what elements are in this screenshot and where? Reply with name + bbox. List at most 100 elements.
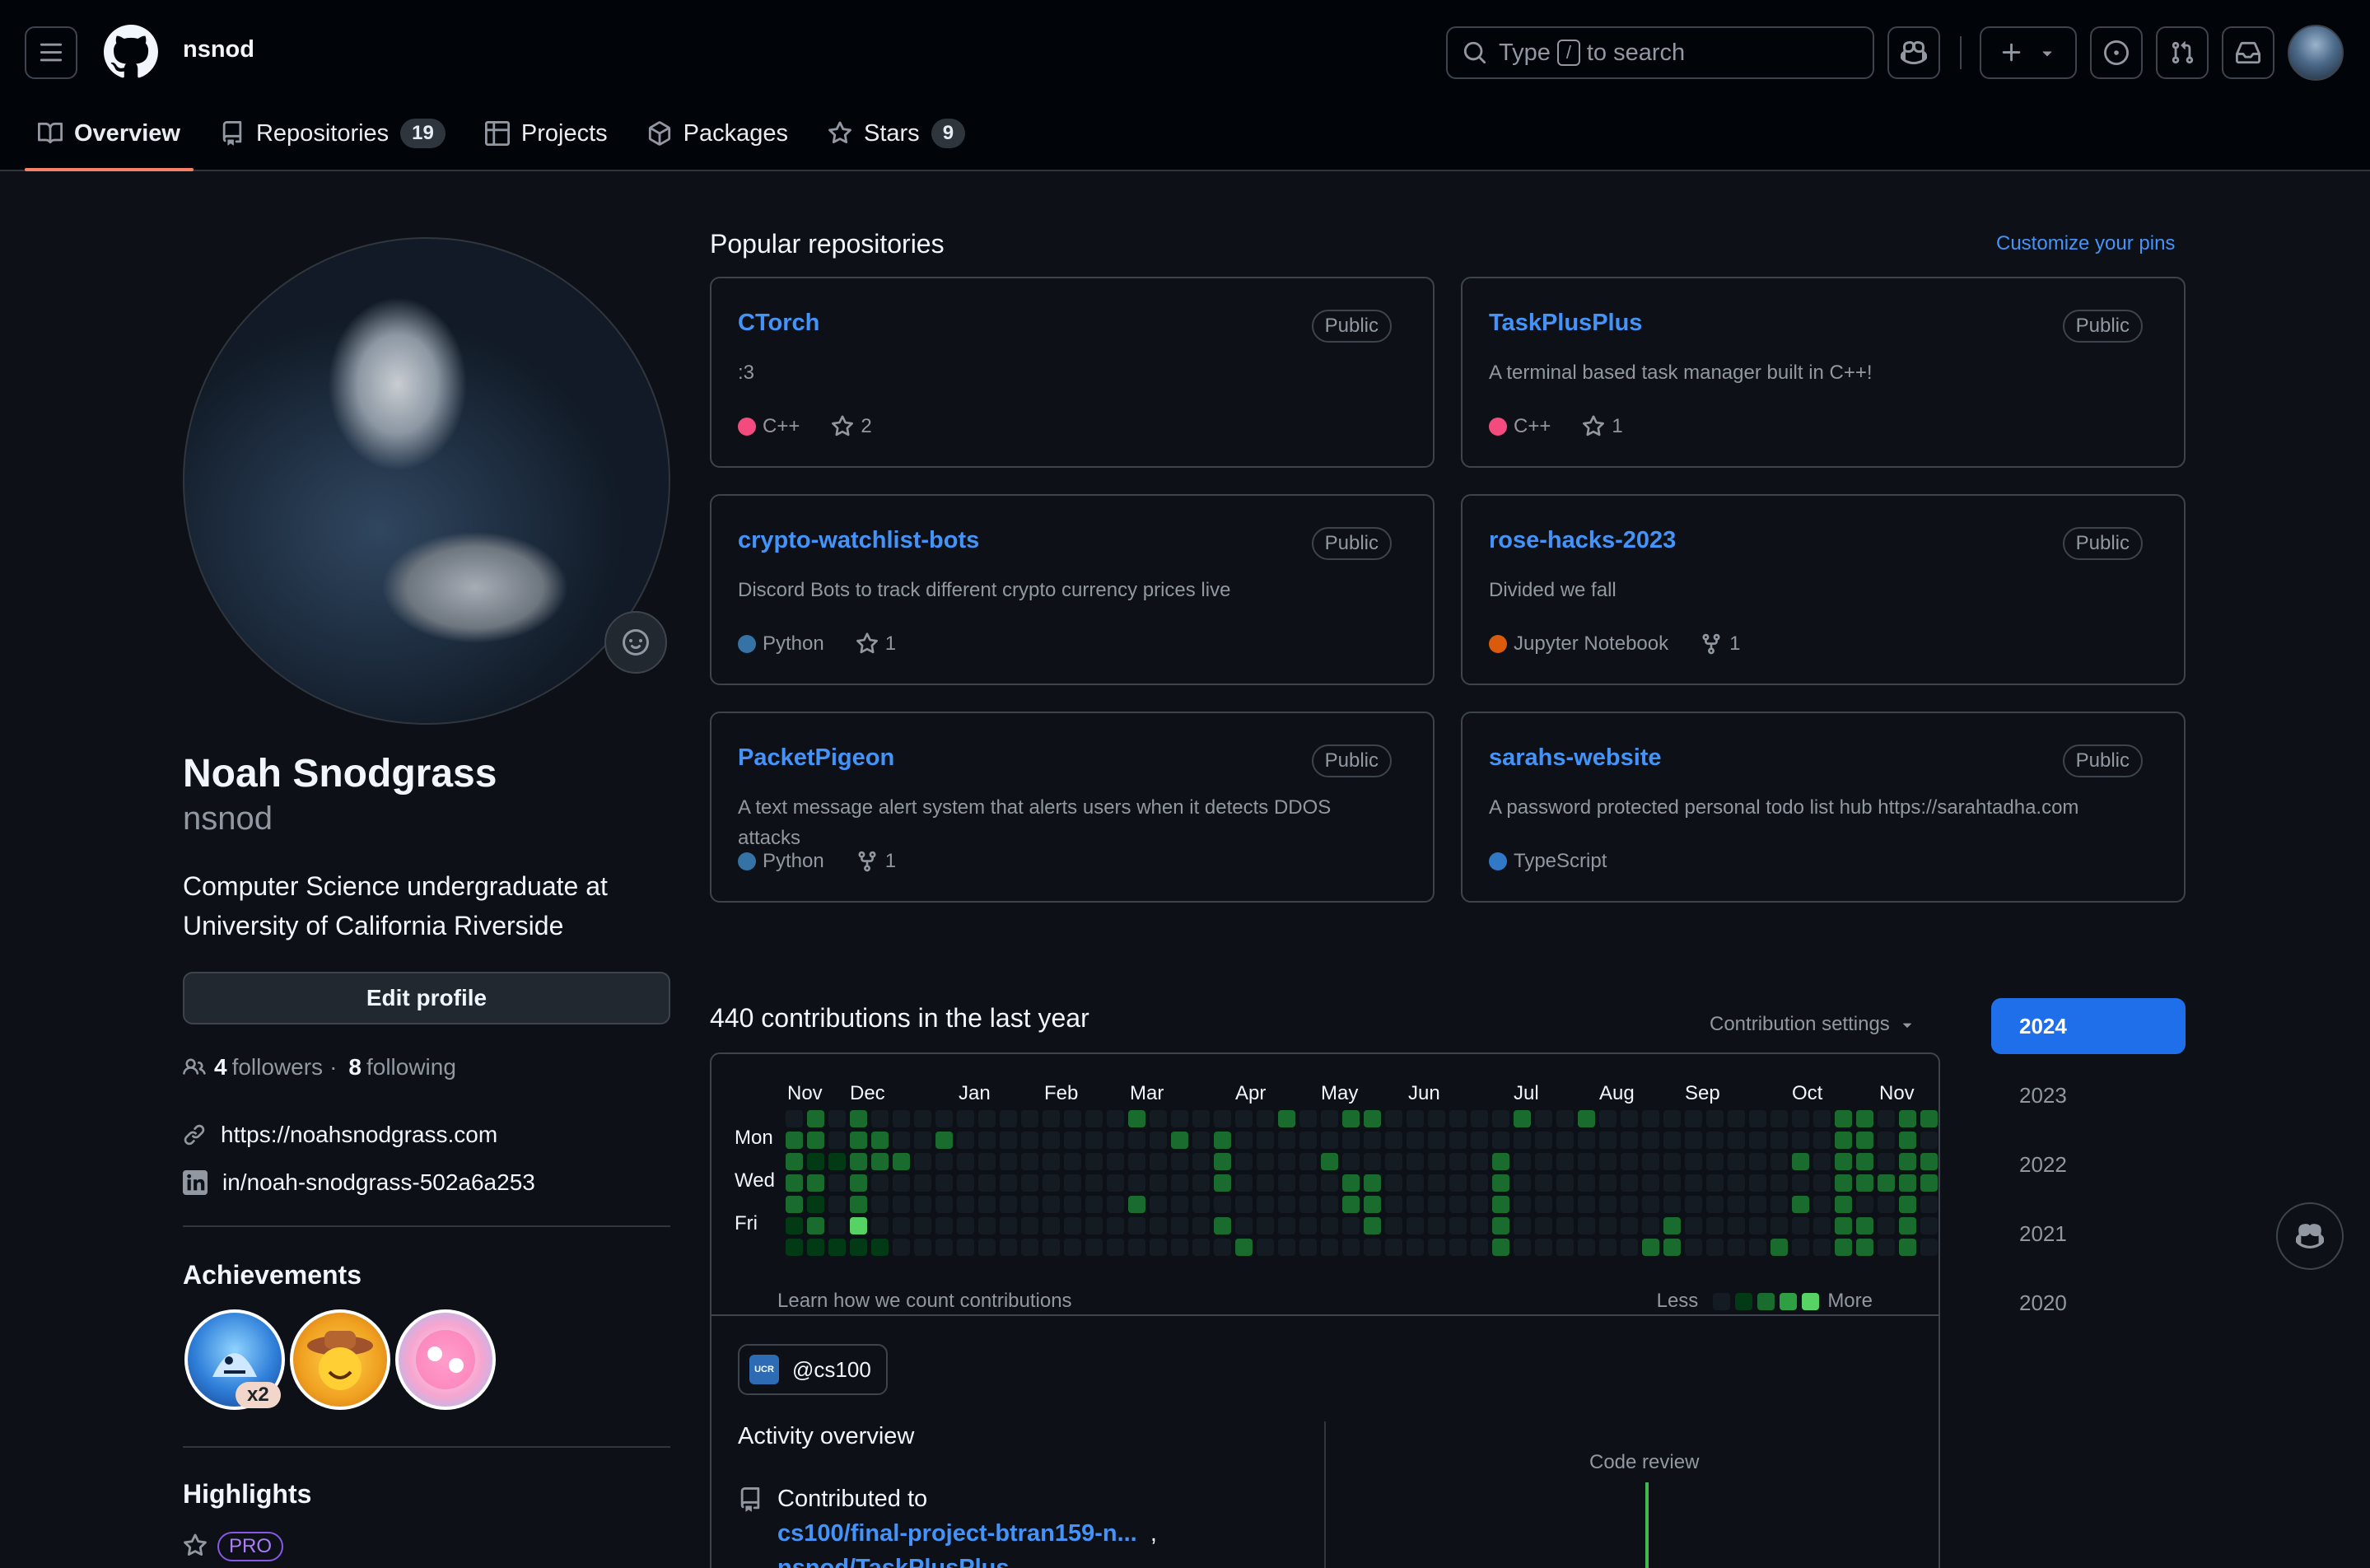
contribution-day[interactable] bbox=[1321, 1174, 1338, 1192]
contribution-day[interactable] bbox=[957, 1153, 974, 1170]
contribution-day[interactable] bbox=[1085, 1174, 1103, 1192]
contribution-day[interactable] bbox=[1278, 1153, 1295, 1170]
contribution-day[interactable] bbox=[1150, 1217, 1167, 1234]
contribution-day[interactable] bbox=[1514, 1153, 1531, 1170]
contribution-day[interactable] bbox=[1771, 1153, 1788, 1170]
contribution-day[interactable] bbox=[1728, 1217, 1745, 1234]
contribution-day[interactable] bbox=[1492, 1174, 1509, 1192]
contribution-day[interactable] bbox=[1021, 1153, 1038, 1170]
contribution-day[interactable] bbox=[1257, 1239, 1274, 1256]
contribution-day[interactable] bbox=[1342, 1110, 1360, 1127]
contribution-day[interactable] bbox=[1920, 1174, 1938, 1192]
contribution-day[interactable] bbox=[1171, 1239, 1188, 1256]
contribution-day[interactable] bbox=[1000, 1132, 1017, 1149]
contribution-day[interactable] bbox=[807, 1153, 824, 1170]
contribution-day[interactable] bbox=[1342, 1132, 1360, 1149]
contribution-day[interactable] bbox=[1278, 1239, 1295, 1256]
contribution-day[interactable] bbox=[1150, 1153, 1167, 1170]
contribution-day[interactable] bbox=[1235, 1217, 1253, 1234]
github-logo-icon[interactable] bbox=[104, 25, 158, 79]
contribution-day[interactable] bbox=[893, 1174, 910, 1192]
followers-link[interactable]: 4 followers bbox=[206, 1054, 323, 1080]
contribution-day[interactable] bbox=[1000, 1110, 1017, 1127]
contribution-day[interactable] bbox=[1685, 1174, 1702, 1192]
contribution-day[interactable] bbox=[1235, 1153, 1253, 1170]
repo-name-link[interactable]: rose-hacks-2023 bbox=[1489, 527, 1676, 554]
contribution-day[interactable] bbox=[1085, 1153, 1103, 1170]
contribution-day[interactable] bbox=[1556, 1132, 1574, 1149]
contribution-day[interactable] bbox=[786, 1217, 803, 1234]
contribution-day[interactable] bbox=[871, 1110, 889, 1127]
contribution-day[interactable] bbox=[1085, 1196, 1103, 1213]
contribution-day[interactable] bbox=[1792, 1174, 1809, 1192]
contribution-day[interactable] bbox=[1214, 1217, 1231, 1234]
contribution-day[interactable] bbox=[1449, 1217, 1467, 1234]
contribution-day[interactable] bbox=[1428, 1110, 1445, 1127]
contribution-day[interactable] bbox=[1514, 1174, 1531, 1192]
contribution-day[interactable] bbox=[1556, 1217, 1574, 1234]
contribution-day[interactable] bbox=[850, 1110, 867, 1127]
contribution-day[interactable] bbox=[1342, 1153, 1360, 1170]
contribution-day[interactable] bbox=[871, 1132, 889, 1149]
contribution-day[interactable] bbox=[1321, 1153, 1338, 1170]
contribution-day[interactable] bbox=[1556, 1110, 1574, 1127]
contribution-day[interactable] bbox=[1813, 1174, 1831, 1192]
contribution-day[interactable] bbox=[1407, 1132, 1424, 1149]
contribution-day[interactable] bbox=[1000, 1239, 1017, 1256]
contribution-day[interactable] bbox=[1428, 1217, 1445, 1234]
contribution-day[interactable] bbox=[1556, 1174, 1574, 1192]
contribution-day[interactable] bbox=[1514, 1217, 1531, 1234]
contribution-day[interactable] bbox=[1920, 1217, 1938, 1234]
contribution-day[interactable] bbox=[828, 1217, 846, 1234]
contribution-day[interactable] bbox=[1299, 1153, 1317, 1170]
contribution-day[interactable] bbox=[1214, 1153, 1231, 1170]
contribution-day[interactable] bbox=[1492, 1217, 1509, 1234]
contribution-day[interactable] bbox=[1192, 1239, 1210, 1256]
contribution-day[interactable] bbox=[1407, 1174, 1424, 1192]
contribution-day[interactable] bbox=[1706, 1132, 1724, 1149]
contribution-day[interactable] bbox=[1621, 1110, 1638, 1127]
contribution-day[interactable] bbox=[914, 1153, 931, 1170]
contribution-day[interactable] bbox=[1192, 1196, 1210, 1213]
contribution-day[interactable] bbox=[1771, 1132, 1788, 1149]
contribution-day[interactable] bbox=[1299, 1217, 1317, 1234]
contribution-day[interactable] bbox=[893, 1239, 910, 1256]
contribution-day[interactable] bbox=[935, 1174, 953, 1192]
copilot-button[interactable] bbox=[1887, 26, 1940, 79]
contribution-day[interactable] bbox=[786, 1196, 803, 1213]
contribution-day[interactable] bbox=[1064, 1239, 1081, 1256]
contribution-day[interactable] bbox=[1856, 1153, 1873, 1170]
org-filter-button[interactable]: UCR @cs100 bbox=[738, 1344, 888, 1395]
contribution-day[interactable] bbox=[1899, 1174, 1916, 1192]
contribution-day[interactable] bbox=[1685, 1132, 1702, 1149]
contribution-day[interactable] bbox=[1878, 1153, 1895, 1170]
contribution-day[interactable] bbox=[1407, 1153, 1424, 1170]
contribution-day[interactable] bbox=[1899, 1196, 1916, 1213]
contribution-day[interactable] bbox=[1663, 1217, 1681, 1234]
contribution-day[interactable] bbox=[1621, 1196, 1638, 1213]
contribution-day[interactable] bbox=[871, 1153, 889, 1170]
contribution-day[interactable] bbox=[786, 1174, 803, 1192]
contribution-day[interactable] bbox=[1642, 1110, 1659, 1127]
contribution-day[interactable] bbox=[1899, 1239, 1916, 1256]
contribution-day[interactable] bbox=[1920, 1196, 1938, 1213]
contribution-day[interactable] bbox=[1257, 1110, 1274, 1127]
contribution-day[interactable] bbox=[1257, 1174, 1274, 1192]
contribution-day[interactable] bbox=[1749, 1217, 1766, 1234]
contribution-day[interactable] bbox=[1792, 1132, 1809, 1149]
contribution-day[interactable] bbox=[1385, 1132, 1402, 1149]
contribution-day[interactable] bbox=[1835, 1174, 1852, 1192]
contribution-day[interactable] bbox=[1364, 1174, 1381, 1192]
website-link[interactable]: https://noahsnodgrass.com bbox=[221, 1122, 497, 1148]
contribution-day[interactable] bbox=[807, 1217, 824, 1234]
contribution-day[interactable] bbox=[1556, 1153, 1574, 1170]
contribution-day[interactable] bbox=[1128, 1217, 1145, 1234]
tab-projects[interactable]: Projects bbox=[472, 107, 621, 160]
contribution-day[interactable] bbox=[1771, 1174, 1788, 1192]
contribution-day[interactable] bbox=[1835, 1153, 1852, 1170]
contribution-day[interactable] bbox=[1171, 1132, 1188, 1149]
contribution-day[interactable] bbox=[1813, 1132, 1831, 1149]
contribution-day[interactable] bbox=[1064, 1196, 1081, 1213]
contribution-day[interactable] bbox=[1192, 1110, 1210, 1127]
contribution-day[interactable] bbox=[1471, 1132, 1488, 1149]
